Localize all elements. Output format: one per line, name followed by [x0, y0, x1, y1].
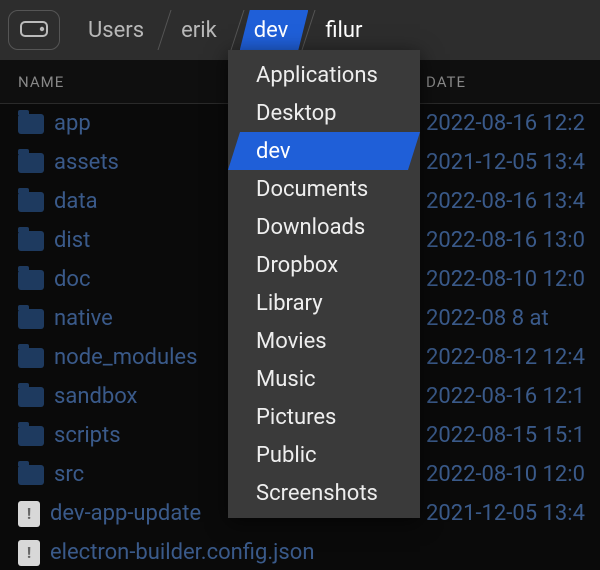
folder-icon — [18, 309, 44, 329]
file-date: 2021-12-05 13:4 — [420, 501, 600, 526]
file-name: dev-app-update — [50, 501, 201, 526]
dropdown-item[interactable]: Applications — [228, 56, 420, 94]
disk-icon — [20, 18, 48, 42]
dropdown-item[interactable]: Public — [228, 436, 420, 474]
dropdown-item[interactable]: Screenshots — [228, 474, 420, 512]
folder-icon — [18, 153, 44, 173]
dropdown-item[interactable]: Documents — [228, 170, 420, 208]
dropdown-item[interactable]: Dropbox — [228, 246, 420, 284]
file-name: app — [54, 111, 91, 136]
file-row[interactable]: ! electron-builder.config.json — [0, 533, 600, 570]
folder-icon — [18, 465, 44, 485]
dropdown-item[interactable]: Desktop — [228, 94, 420, 132]
folder-icon — [18, 348, 44, 368]
file-date: 2022-08-16 13:4 — [420, 189, 600, 214]
file-date: 2022-08-16 12:2 — [420, 111, 600, 136]
dropdown-item[interactable]: Music — [228, 360, 420, 398]
file-name: assets — [54, 150, 119, 175]
dropdown-item[interactable]: Library — [228, 284, 420, 322]
column-header-date[interactable]: DATE — [420, 73, 600, 91]
folder-icon — [18, 270, 44, 290]
dropdown-item[interactable]: Movies — [228, 322, 420, 360]
file-icon: ! — [18, 540, 40, 566]
file-name: electron-builder.config.json — [50, 540, 314, 565]
breadcrumb-item[interactable]: filur — [311, 10, 382, 50]
dropdown-item[interactable]: Pictures — [228, 398, 420, 436]
folder-icon — [18, 114, 44, 134]
breadcrumb: Userserikdevfilur — [74, 10, 380, 50]
breadcrumb-item[interactable]: Users — [74, 10, 164, 50]
folder-icon — [18, 192, 44, 212]
file-icon: ! — [18, 501, 40, 527]
breadcrumb-item[interactable]: erik — [167, 10, 237, 50]
breadcrumb-dropdown: ApplicationsDesktopdevDocumentsDownloads… — [228, 50, 420, 518]
file-name: scripts — [54, 423, 121, 448]
file-name: data — [54, 189, 98, 214]
file-name-cell: ! electron-builder.config.json — [0, 540, 420, 566]
file-date: 2021-12-05 13:4 — [420, 150, 600, 175]
folder-icon — [18, 231, 44, 251]
file-name: doc — [54, 267, 90, 292]
file-date: 2022-08-15 15:1 — [420, 423, 600, 448]
dropdown-item[interactable]: Downloads — [228, 208, 420, 246]
file-date: 2022-08-16 13:0 — [420, 228, 600, 253]
file-name: node_modules — [54, 345, 197, 370]
file-date: 2022-08-16 12:1 — [420, 384, 600, 409]
disk-root-button[interactable] — [8, 10, 60, 50]
file-name: src — [54, 462, 84, 487]
file-date: 2022-08 8 at — [420, 306, 600, 331]
file-name: dist — [54, 228, 90, 253]
breadcrumb-item[interactable]: dev — [240, 10, 309, 50]
dropdown-item[interactable]: dev — [228, 132, 420, 170]
file-name: native — [54, 306, 113, 331]
file-date: 2022-08-12 12:4 — [420, 345, 600, 370]
file-name: sandbox — [54, 384, 137, 409]
folder-icon — [18, 426, 44, 446]
folder-icon — [18, 387, 44, 407]
file-date: 2022-08-10 12:0 — [420, 462, 600, 487]
file-date: 2022-08-10 12:0 — [420, 267, 600, 292]
